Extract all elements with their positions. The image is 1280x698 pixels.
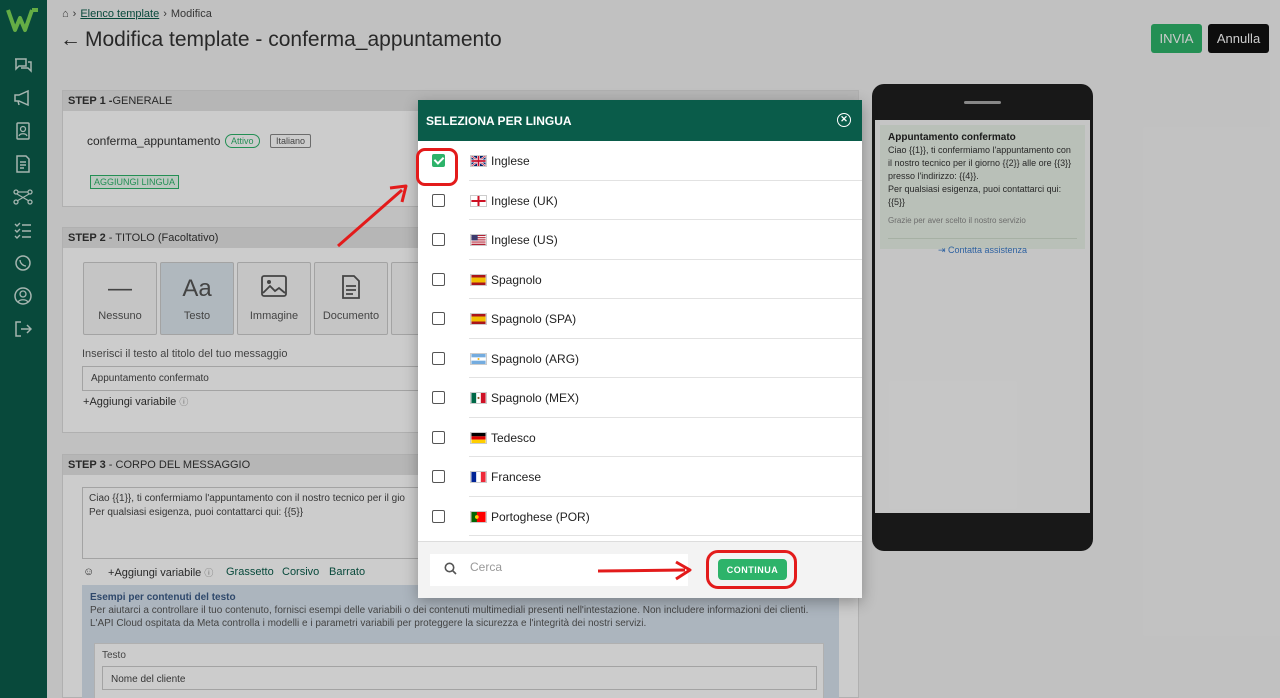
- annotation-highlight-checkbox: [416, 148, 458, 186]
- us-flag-icon: [470, 234, 487, 246]
- language-row[interactable]: Spagnolo: [418, 260, 862, 299]
- mx-flag-icon: [470, 392, 487, 404]
- language-label: Spagnolo (MEX): [491, 391, 580, 405]
- language-checkbox[interactable]: [432, 233, 445, 246]
- search-box: [430, 554, 688, 586]
- language-checkbox[interactable]: [432, 272, 445, 286]
- language-checkbox[interactable]: [432, 509, 445, 523]
- language-row[interactable]: Tedesco: [418, 418, 862, 457]
- england-flag-icon: [470, 194, 487, 207]
- fr-flag-icon: [470, 471, 487, 483]
- language-row[interactable]: Francese: [418, 457, 862, 497]
- language-checkbox[interactable]: [432, 193, 445, 207]
- language-label: Inglese (UK): [491, 193, 558, 208]
- language-row[interactable]: Spagnolo (SPA): [418, 299, 862, 339]
- language-checkbox[interactable]: [432, 391, 445, 404]
- language-row[interactable]: Spagnolo (MEX): [418, 378, 862, 418]
- close-icon[interactable]: ✕: [837, 113, 851, 127]
- pt-flag-icon: [470, 510, 487, 523]
- search-icon: [444, 562, 457, 575]
- ar-flag-icon: [470, 352, 487, 365]
- language-row[interactable]: Inglese (UK): [418, 181, 862, 220]
- language-label: Portoghese (POR): [491, 509, 590, 524]
- language-label: Spagnolo (SPA): [491, 312, 577, 326]
- row-divider: [469, 535, 862, 536]
- language-row[interactable]: Inglese (US): [418, 220, 862, 260]
- language-row[interactable]: Portoghese (POR): [418, 497, 862, 536]
- annotation-highlight-continue: [706, 550, 797, 589]
- language-label: Inglese (US): [491, 233, 558, 247]
- language-list: Inglese Inglese (UK) Inglese (US) Spagnolo S…: [418, 141, 862, 536]
- language-checkbox[interactable]: [432, 430, 445, 444]
- language-label: Spagnolo (ARG): [491, 351, 580, 366]
- gb-flag-icon: [470, 155, 487, 167]
- language-label: Tedesco: [491, 430, 536, 445]
- modal-header: SELEZIONA PER LINGUA ✕: [418, 100, 862, 141]
- modal-title: SELEZIONA PER LINGUA: [426, 114, 572, 128]
- language-label: Inglese: [491, 154, 530, 168]
- language-checkbox[interactable]: [432, 312, 445, 325]
- language-checkbox[interactable]: [432, 351, 445, 365]
- language-select-modal: SELEZIONA PER LINGUA ✕ Inglese Inglese (U…: [418, 100, 862, 598]
- search-input[interactable]: [470, 560, 670, 574]
- es-flag-icon: [470, 273, 487, 286]
- es-flag-icon: [470, 313, 487, 325]
- language-label: Francese: [491, 470, 542, 484]
- de-flag-icon: [470, 431, 487, 444]
- language-label: Spagnolo: [491, 272, 542, 287]
- language-checkbox[interactable]: [432, 470, 445, 483]
- language-row[interactable]: Inglese: [418, 141, 862, 181]
- language-row[interactable]: Spagnolo (ARG): [418, 339, 862, 378]
